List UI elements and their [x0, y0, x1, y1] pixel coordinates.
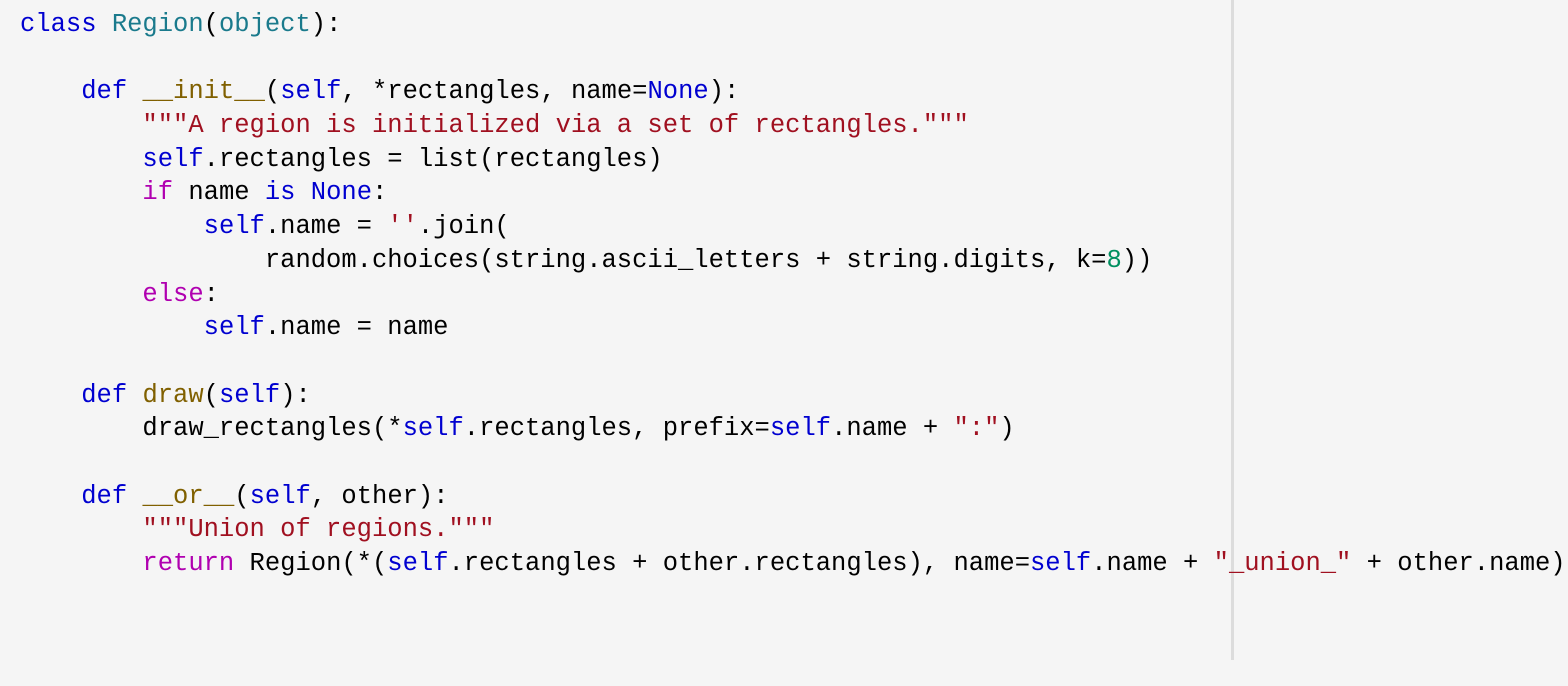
code-token-kw: self	[769, 414, 832, 444]
code-token-kw: self	[218, 380, 281, 410]
code-line: def __init__(self, *rectangles, name=Non…	[20, 75, 1566, 109]
code-token-plain: .rectangles = list(rectangles)	[203, 144, 663, 174]
code-line: """Union of regions."""	[20, 513, 1566, 547]
code-token-plain: .rectangles, prefix=	[463, 414, 770, 444]
code-token-kw: def	[81, 380, 128, 410]
code-token-kw: is	[264, 178, 296, 208]
code-token-plain: (	[264, 77, 281, 107]
code-line: if name is None:	[20, 176, 1566, 210]
code-token-kw: self	[387, 549, 449, 578]
code-token-plain: , other):	[310, 481, 449, 511]
code-line: def draw(self):	[20, 379, 1566, 413]
code-token-plain: + other.name)	[1351, 549, 1566, 578]
code-token-plain: .name = name	[264, 313, 449, 343]
code-token-class: object	[218, 10, 311, 39]
code-line: random.choices(string.ascii_letters + st…	[20, 244, 1566, 278]
code-token-plain: ))	[1121, 245, 1153, 275]
code-token-kw: None	[647, 77, 709, 107]
code-token-kw: self	[249, 481, 311, 511]
code-token-fn: __or__	[142, 481, 235, 511]
code-token-class: Region	[111, 10, 204, 39]
code-token-plain: :	[372, 178, 388, 208]
code-line: class Region(object):	[20, 8, 1566, 42]
code-token-plain: (	[203, 380, 219, 410]
code-editor-surface: class Region(object): def __init__(self,…	[0, 0, 1568, 686]
code-token-kw: self	[402, 414, 464, 444]
code-token-plain: name	[173, 178, 265, 208]
code-token-kw2: if	[142, 178, 174, 208]
code-token-plain: )	[999, 414, 1015, 444]
code-line: def __or__(self, other):	[20, 480, 1566, 514]
code-token-plain: .name +	[1091, 549, 1214, 578]
code-token-kw: self	[142, 144, 204, 174]
code-line: """A region is initialized via a set of …	[20, 109, 1566, 143]
code-token-kw: self	[203, 313, 265, 343]
code-token-fn: __init__	[142, 77, 265, 107]
code-token-str: "_union_"	[1213, 549, 1352, 578]
code-token-plain: random.choices(string.ascii_letters + st…	[20, 245, 1107, 275]
code-token-kw: class	[20, 10, 97, 39]
code-line: draw_rectangles(*self.rectangles, prefix…	[20, 412, 1566, 446]
code-token-kw: self	[280, 77, 342, 107]
code-token-plain: .name +	[831, 414, 954, 444]
code-token-str: ''	[387, 212, 418, 242]
code-token-num: 8	[1106, 245, 1122, 275]
code-token-kw: None	[310, 178, 372, 208]
code-token-kw: def	[81, 481, 128, 511]
code-line: return Region(*(self.rectangles + other.…	[20, 547, 1566, 581]
code-token-plain: .name =	[264, 212, 388, 242]
code-line: else:	[20, 278, 1566, 312]
code-token-plain: :	[203, 279, 219, 309]
code-lines-container: class Region(object): def __init__(self,…	[20, 8, 1566, 581]
code-token-plain: ):	[708, 77, 740, 107]
code-token-plain: (	[234, 481, 250, 511]
code-token-plain: .join(	[417, 212, 510, 242]
code-token-str: """A region is initialized via a set of …	[142, 111, 969, 141]
code-token-str: ":"	[953, 414, 1000, 444]
code-token-plain: draw_rectangles(*	[20, 414, 403, 444]
code-token-plain: ):	[280, 380, 311, 410]
code-token-plain: ):	[310, 10, 342, 39]
code-token-plain: (	[203, 10, 219, 39]
code-token-kw: self	[203, 212, 265, 242]
code-token-plain: Region(*(	[234, 549, 388, 578]
code-token-plain: .rectangles + other.rectangles), name=	[448, 549, 1031, 578]
code-token-kw2: else	[142, 279, 204, 309]
code-token-kw: self	[1030, 549, 1092, 578]
code-token-str: """Union of regions."""	[142, 515, 495, 545]
code-token-fn: draw	[142, 380, 204, 410]
code-line: self.name = ''.join(	[20, 210, 1566, 244]
code-line: self.name = name	[20, 311, 1566, 345]
python-source-code[interactable]: class Region(object): def __init__(self,…	[20, 8, 1566, 581]
code-line: self.rectangles = list(rectangles)	[20, 143, 1566, 177]
code-token-plain: , *rectangles, name=	[341, 77, 648, 107]
code-token-kw2: return	[142, 549, 235, 578]
code-token-kw: def	[81, 77, 128, 107]
